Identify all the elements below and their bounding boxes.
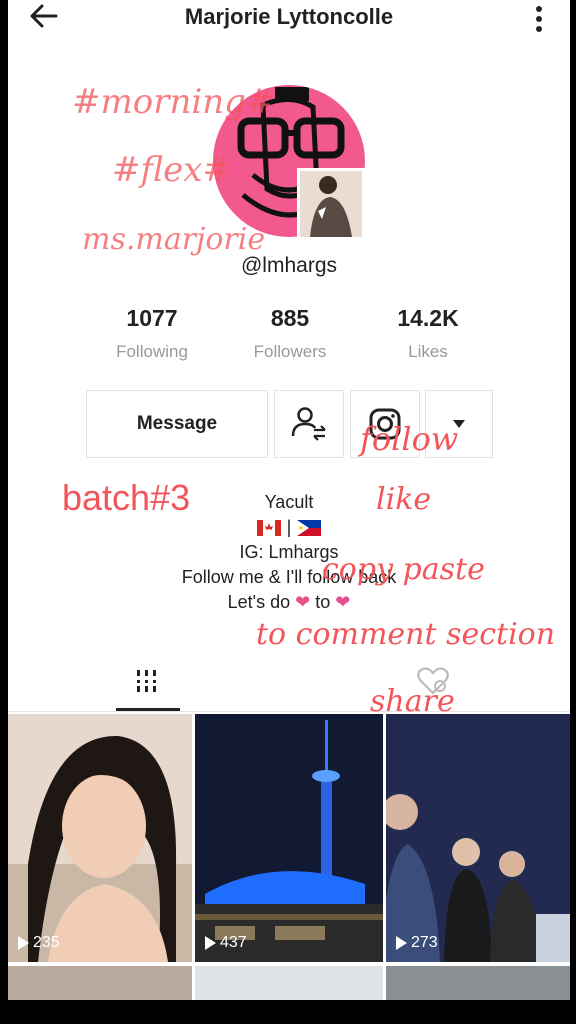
- video-thumbnail-6[interactable]: [386, 966, 570, 1000]
- grid-icon: [137, 670, 156, 692]
- profile-handle: @lmhargs: [240, 254, 337, 277]
- overlay-batch-text: batch#3: [62, 477, 191, 518]
- canada-flag-icon: [256, 519, 281, 536]
- message-button[interactable]: Message: [86, 390, 268, 458]
- more-options-icon[interactable]: [536, 2, 542, 36]
- bio-text-lets-do: Let's do: [227, 592, 291, 612]
- likes-count: 14.2K: [397, 305, 459, 331]
- heart-icon: ❤: [335, 592, 351, 612]
- video-views-2: 437: [205, 934, 247, 952]
- bio-flags-line: |: [8, 517, 570, 538]
- overlay-comment-text: to comment section: [256, 617, 556, 652]
- bio-hearts-line: Let's do ❤ to ❤: [8, 592, 570, 613]
- heart-icon: ❤: [295, 592, 311, 612]
- following-count[interactable]: 1077: [82, 305, 222, 332]
- video-thumbnail-3[interactable]: 273: [386, 714, 570, 962]
- play-icon: [18, 936, 29, 950]
- bio-instagram-line: IG: Lmhargs: [239, 542, 339, 562]
- bio-follow-line: Follow me & I'll follow back: [181, 567, 397, 587]
- video-thumbnail-5[interactable]: [195, 966, 383, 1000]
- overlay-name-text: ms.marjorie: [82, 222, 266, 257]
- bio-separator: |: [286, 517, 292, 537]
- tab-videos[interactable]: [134, 668, 160, 699]
- video-thumbnail-4[interactable]: [8, 966, 192, 1000]
- overlay-share-text: share: [370, 684, 455, 719]
- overlay-flex-text: #flex#: [112, 150, 231, 190]
- profile-screen: Marjorie Lyttoncolle @lmhargs 1077 Follo…: [8, 0, 570, 1000]
- follow-toggle-button[interactable]: [274, 390, 344, 458]
- play-icon: [205, 936, 216, 950]
- philippines-flag-icon: [297, 519, 322, 536]
- tab-divider: [8, 711, 570, 712]
- video-views-1: 235: [18, 934, 60, 952]
- following-label[interactable]: Following: [82, 342, 222, 362]
- profile-photo-thumbnail[interactable]: [297, 168, 365, 240]
- overlay-copy-text: copy paste: [322, 552, 485, 587]
- play-icon: [396, 936, 407, 950]
- profile-name-title: Marjorie Lyttoncolle: [184, 4, 394, 29]
- overlay-like-text: like: [376, 482, 432, 517]
- video-views-3: 273: [396, 934, 438, 952]
- video-thumbnail-2[interactable]: 437: [195, 714, 383, 962]
- user-switch-icon: [291, 407, 326, 441]
- likes-label: Likes: [408, 342, 448, 361]
- bio-text-to: to: [315, 592, 331, 612]
- followers-count[interactable]: 885: [220, 305, 360, 332]
- followers-label[interactable]: Followers: [220, 342, 360, 362]
- overlay-morning-text: #morning#: [72, 82, 275, 122]
- video-thumbnail-1[interactable]: 235: [8, 714, 192, 962]
- overlay-follow-text: follow: [360, 420, 459, 458]
